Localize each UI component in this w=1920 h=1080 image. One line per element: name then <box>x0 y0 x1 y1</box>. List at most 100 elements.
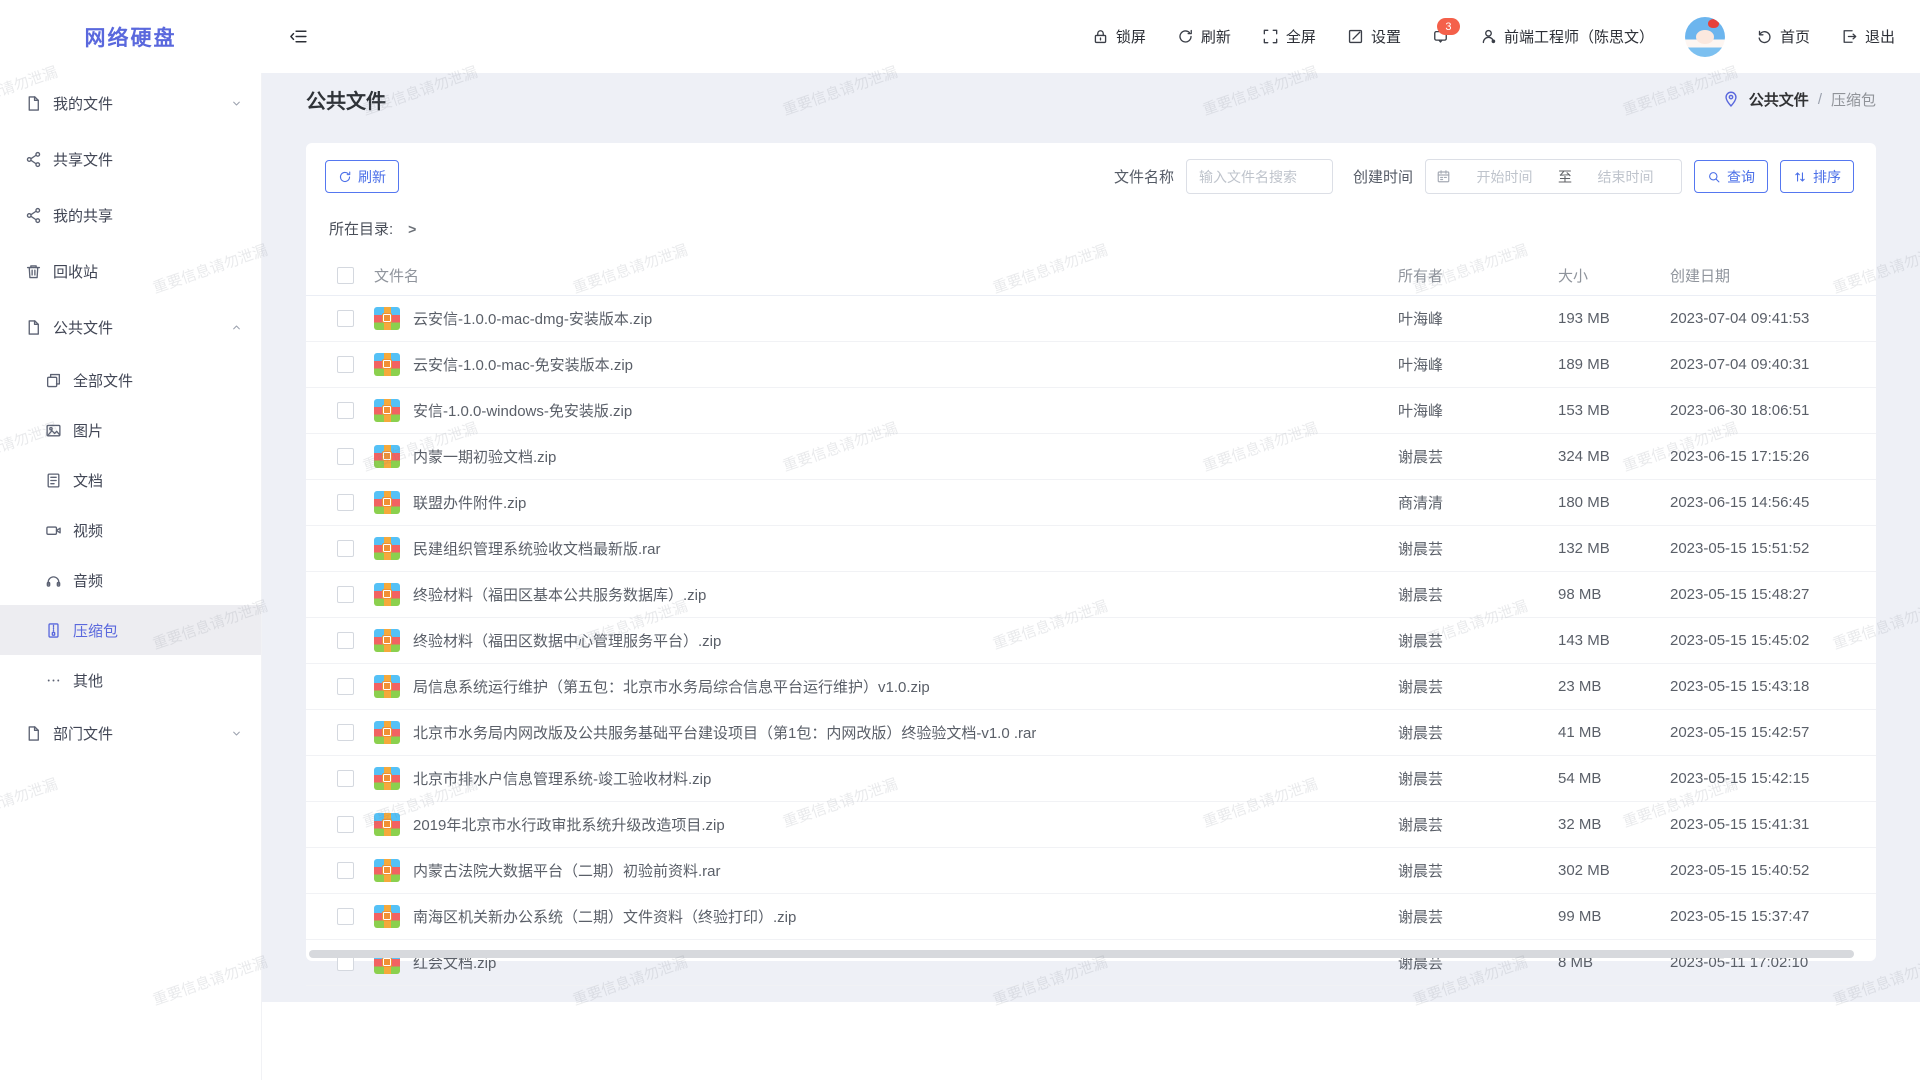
archive-file-icon <box>374 399 400 422</box>
table-row[interactable]: 联盟办件附件.zip 商清清 180 MB 2023-06-15 14:56:4… <box>306 480 1876 526</box>
date-range-picker[interactable]: 开始时间 至 结束时间 <box>1425 159 1682 194</box>
directory-separator[interactable]: > <box>408 221 416 237</box>
sidebar-item-我的共享[interactable]: 我的共享 <box>0 187 261 243</box>
file-name: 云安信-1.0.0-mac-免安装版本.zip <box>413 354 633 375</box>
row-checkbox[interactable] <box>337 862 354 879</box>
column-size: 大小 <box>1558 265 1670 286</box>
file-table: 文件名 所有者 大小 创建日期 云安信-1.0.0-mac-dmg-安装版本.z… <box>306 255 1876 986</box>
card-toolbar: 刷新 文件名称 创建时间 开始时间 至 结束时间 查询 <box>306 143 1876 194</box>
filename-search-input[interactable] <box>1186 159 1333 194</box>
zip-icon <box>45 622 62 639</box>
table-row[interactable]: 北京市水务局内网改版及公共服务基础平台建设项目（第1包：内网改版）终验验文档-v… <box>306 710 1876 756</box>
query-button[interactable]: 查询 <box>1694 160 1768 193</box>
file-size: 132 MB <box>1558 540 1670 557</box>
row-checkbox[interactable] <box>337 310 354 327</box>
app-window: 网络硬盘 我的文件共享文件我的共享回收站公共文件全部文件图片文档视频音频压缩包其… <box>0 0 1920 1080</box>
sidebar-item-公共文件[interactable]: 公共文件 <box>0 299 261 355</box>
logout-button[interactable]: 退出 <box>1841 26 1895 47</box>
file-list-card: 刷新 文件名称 创建时间 开始时间 至 结束时间 查询 <box>306 143 1876 961</box>
table-row[interactable]: 内蒙一期初验文档.zip 谢晨芸 324 MB 2023-06-15 17:15… <box>306 434 1876 480</box>
row-checkbox[interactable] <box>337 678 354 695</box>
file-name: 终验材料（福田区数据中心管理服务平台）.zip <box>413 630 721 651</box>
lock-screen-button[interactable]: 锁屏 <box>1092 26 1146 47</box>
current-user[interactable]: 前端工程师（陈思文） <box>1480 26 1654 47</box>
row-checkbox[interactable] <box>337 494 354 511</box>
settings-button[interactable]: 设置 <box>1347 26 1401 47</box>
sidebar-item-我的文件[interactable]: 我的文件 <box>0 75 261 131</box>
row-checkbox[interactable] <box>337 816 354 833</box>
row-checkbox[interactable] <box>337 448 354 465</box>
notification-badge: 3 <box>1437 18 1460 35</box>
sidebar-item-回收站[interactable]: 回收站 <box>0 243 261 299</box>
refresh-list-button[interactable]: 刷新 <box>325 160 399 193</box>
sidebar-item-图片[interactable]: 图片 <box>0 405 261 455</box>
table-row[interactable]: 安信-1.0.0-windows-免安装版.zip 叶海峰 153 MB 202… <box>306 388 1876 434</box>
fullscreen-button[interactable]: 全屏 <box>1262 26 1316 47</box>
file-created-date: 2023-06-15 14:56:45 <box>1670 494 1856 511</box>
file-created-date: 2023-05-15 15:40:52 <box>1670 862 1856 879</box>
sort-button[interactable]: 排序 <box>1780 160 1854 193</box>
archive-file-icon <box>374 445 400 468</box>
table-row[interactable]: 云安信-1.0.0-mac-免安装版本.zip 叶海峰 189 MB 2023-… <box>306 342 1876 388</box>
row-checkbox[interactable] <box>337 770 354 787</box>
file-size: 143 MB <box>1558 632 1670 649</box>
table-row[interactable]: 局信息系统运行维护（第五包：北京市水务局综合信息平台运行维护）v1.0.zip … <box>306 664 1876 710</box>
home-button[interactable]: 首页 <box>1756 26 1810 47</box>
horizontal-scrollbar[interactable] <box>309 950 1854 958</box>
main-area: 公共文件 公共文件 / 压缩包 刷新 文件名称 创建时间 <box>261 73 1920 1002</box>
row-checkbox[interactable] <box>337 724 354 741</box>
settings-icon <box>1347 28 1364 45</box>
row-checkbox[interactable] <box>337 540 354 557</box>
sidebar-item-其他[interactable]: 其他 <box>0 655 261 705</box>
sidebar-collapse-button[interactable] <box>289 27 308 46</box>
file-size: 32 MB <box>1558 816 1670 833</box>
row-checkbox[interactable] <box>337 632 354 649</box>
table-row[interactable]: 终验材料（福田区数据中心管理服务平台）.zip 谢晨芸 143 MB 2023-… <box>306 618 1876 664</box>
sidebar-item-音频[interactable]: 音频 <box>0 555 261 605</box>
archive-file-icon <box>374 491 400 514</box>
sidebar-item-文档[interactable]: 文档 <box>0 455 261 505</box>
table-row[interactable]: 终验材料（福田区基本公共服务数据库）.zip 谢晨芸 98 MB 2023-05… <box>306 572 1876 618</box>
file-size: 23 MB <box>1558 678 1670 695</box>
refresh-page-button[interactable]: 刷新 <box>1177 26 1231 47</box>
sidebar-item-共享文件[interactable]: 共享文件 <box>0 131 261 187</box>
table-row[interactable]: 2019年北京市水行政审批系统升级改造项目.zip 谢晨芸 32 MB 2023… <box>306 802 1876 848</box>
file-name: 南海区机关新办公系统（二期）文件资料（终验打印）.zip <box>413 906 796 927</box>
file-owner: 谢晨芸 <box>1398 538 1558 559</box>
file-created-date: 2023-05-15 15:42:15 <box>1670 770 1856 787</box>
file-owner: 谢晨芸 <box>1398 630 1558 651</box>
table-row[interactable]: 云安信-1.0.0-mac-dmg-安装版本.zip 叶海峰 193 MB 20… <box>306 296 1876 342</box>
refresh-icon <box>338 170 352 184</box>
table-row[interactable]: 南海区机关新办公系统（二期）文件资料（终验打印）.zip 谢晨芸 99 MB 2… <box>306 894 1876 940</box>
table-row[interactable]: 北京市排水户信息管理系统-竣工验收材料.zip 谢晨芸 54 MB 2023-0… <box>306 756 1876 802</box>
breadcrumb-root[interactable]: 公共文件 <box>1749 89 1809 110</box>
sidebar-item-视频[interactable]: 视频 <box>0 505 261 555</box>
page-bottom-strip <box>261 1002 1920 1080</box>
sidebar-item-全部文件[interactable]: 全部文件 <box>0 355 261 405</box>
file-size: 193 MB <box>1558 310 1670 327</box>
table-row[interactable]: 内蒙古法院大数据平台（二期）初验前资料.rar 谢晨芸 302 MB 2023-… <box>306 848 1876 894</box>
notifications-button[interactable]: 3 <box>1432 28 1449 45</box>
file-size: 189 MB <box>1558 356 1670 373</box>
file-owner: 谢晨芸 <box>1398 446 1558 467</box>
file-name: 内蒙一期初验文档.zip <box>413 446 556 467</box>
user-name: 前端工程师（陈思文） <box>1504 26 1654 47</box>
archive-file-icon <box>374 813 400 836</box>
table-row[interactable]: 民建组织管理系统验收文档最新版.rar 谢晨芸 132 MB 2023-05-1… <box>306 526 1876 572</box>
file-size: 99 MB <box>1558 908 1670 925</box>
row-checkbox[interactable] <box>337 908 354 925</box>
select-all-checkbox[interactable] <box>337 267 354 284</box>
sidebar-item-部门文件[interactable]: 部门文件 <box>0 705 261 761</box>
app-logo: 网络硬盘 <box>0 0 261 73</box>
table-row[interactable]: 红会文档.zip 谢晨芸 8 MB 2023-05-11 17:02:10 <box>306 940 1876 986</box>
sidebar-item-压缩包[interactable]: 压缩包 <box>0 605 261 655</box>
file-created-date: 2023-05-15 15:43:18 <box>1670 678 1856 695</box>
sort-icon <box>1793 170 1807 184</box>
row-checkbox[interactable] <box>337 356 354 373</box>
chevron-down-icon <box>230 97 243 110</box>
file-owner: 谢晨芸 <box>1398 860 1558 881</box>
user-avatar[interactable] <box>1685 17 1725 57</box>
row-checkbox[interactable] <box>337 402 354 419</box>
start-time-placeholder: 开始时间 <box>1459 167 1550 187</box>
row-checkbox[interactable] <box>337 586 354 603</box>
